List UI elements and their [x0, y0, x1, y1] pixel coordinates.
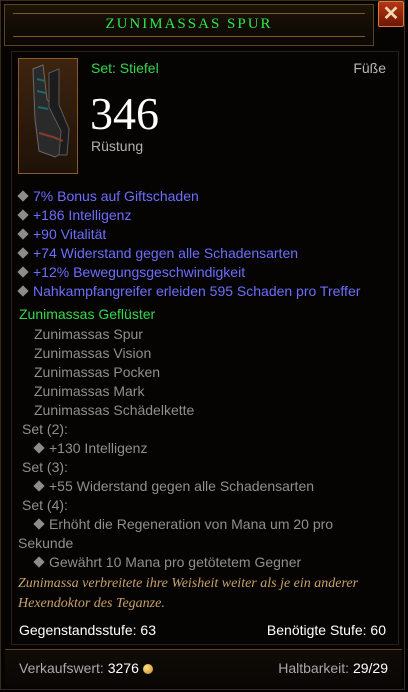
affix-line: Nahkampfangreifer erleiden 595 Schaden p… — [17, 283, 360, 301]
gold-coin-icon — [142, 664, 153, 674]
item-slot: Füße — [353, 60, 386, 76]
required-level: Benötigte Stufe: 60 — [266, 622, 386, 638]
bullet-icon — [17, 247, 29, 259]
bullet-icon — [17, 190, 29, 202]
item-title: ZUNIMASSAS SPUR — [105, 16, 273, 32]
bullet-icon — [17, 228, 29, 240]
tooltip-footer: Verkaufswert: 3276 Haltbarkeit: 29/29 — [5, 649, 402, 688]
set-bonus-label: Set (3): — [22, 459, 68, 475]
set-piece: Zunimassas Schädelkette — [34, 402, 195, 418]
bullet-icon — [33, 518, 45, 530]
bullet-icon — [33, 480, 45, 492]
boots-icon — [18, 58, 78, 174]
affix-line: +186 Intelligenz — [17, 207, 131, 225]
set-piece: Zunimassas Spur — [34, 326, 143, 342]
affix-line: +12% Bewegungsgeschwindigkeit — [17, 264, 245, 282]
close-button[interactable]: ✕ — [378, 1, 404, 27]
flavor-text: Zunimassa verbreitete ihre Weisheit weit… — [18, 576, 359, 611]
sell-value: Verkaufswert: 3276 — [19, 660, 153, 676]
set-name: Zunimassas Geflüster — [19, 306, 156, 322]
set-piece: Zunimassas Pocken — [34, 364, 161, 380]
affix-line: +74 Widerstand gegen alle Schadensarten — [17, 245, 298, 263]
set-bonus: Erhöht die Regeneration von Mana um 20 p… — [33, 516, 333, 532]
set-bonus-continued: Sekunde — [18, 535, 74, 551]
durability: Haltbarkeit: 29/29 — [278, 660, 388, 676]
bullet-icon — [33, 556, 45, 568]
bullet-icon — [17, 285, 29, 297]
bullet-icon — [17, 209, 29, 221]
set-bonus: +55 Widerstand gegen alle Schadensarten — [33, 478, 314, 494]
armor-label: Rüstung — [91, 138, 144, 154]
close-icon: ✕ — [382, 3, 400, 25]
tooltip-header: ZUNIMASSAS SPUR — [4, 4, 374, 46]
set-bonus-label: Set (2): — [22, 421, 68, 437]
item-type: Set: Stiefel — [91, 60, 159, 76]
affix-line: 7% Bonus auf Giftschaden — [17, 188, 199, 206]
affix-line: +90 Vitalität — [17, 226, 106, 244]
set-bonus: Gewährt 10 Mana pro getötetem Gegner — [33, 554, 301, 570]
set-piece: Zunimassas Vision — [34, 345, 152, 361]
durability-value: 29/29 — [352, 660, 388, 676]
item-level: Gegenstandsstufe: 63 — [19, 622, 156, 638]
bullet-icon — [17, 266, 29, 278]
bullet-icon — [33, 442, 45, 454]
sell-amount: 3276 — [107, 660, 139, 676]
set-bonus: +130 Intelligenz — [33, 440, 147, 456]
set-bonus-label: Set (4): — [22, 497, 68, 513]
item-tooltip: ZUNIMASSAS SPUR Set: Stiefel Füße 346 Rü… — [0, 0, 405, 690]
armor-value: 346 — [90, 88, 159, 139]
set-piece: Zunimassas Mark — [34, 383, 145, 399]
